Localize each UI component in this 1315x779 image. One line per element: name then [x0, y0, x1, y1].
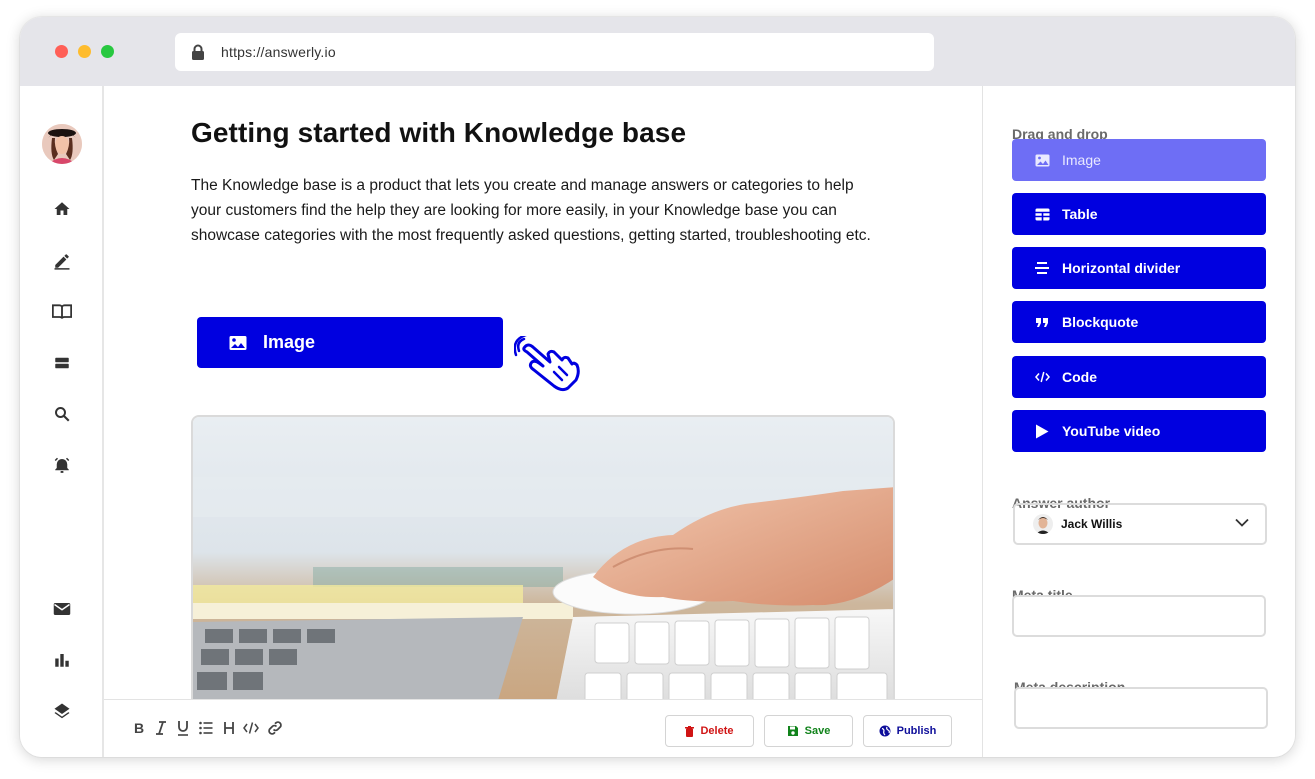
home-icon[interactable] — [51, 198, 73, 220]
block-youtube-label: YouTube video — [1062, 423, 1161, 439]
block-blockquote-label: Blockquote — [1062, 314, 1139, 330]
answer-author-value: Jack Willis — [1061, 517, 1123, 531]
meta-description-input[interactable] — [1014, 687, 1268, 729]
block-youtube-button[interactable]: YouTube video — [1012, 410, 1266, 452]
answer-author-select[interactable]: Jack Willis — [1013, 503, 1267, 545]
search-icon[interactable] — [51, 403, 73, 425]
article-image[interactable] — [191, 415, 895, 715]
image-icon — [1034, 152, 1050, 168]
code-icon[interactable] — [243, 720, 259, 736]
publish-button[interactable]: Publish — [863, 715, 952, 747]
block-blockquote-button[interactable]: Blockquote — [1012, 301, 1266, 343]
layers-icon[interactable] — [51, 700, 73, 722]
publish-label: Publish — [896, 725, 937, 737]
block-code-button[interactable]: Code — [1012, 356, 1266, 398]
block-image-label: Image — [1062, 152, 1101, 168]
left-sidebar — [20, 86, 104, 757]
link-icon[interactable] — [267, 720, 283, 736]
block-divider-label: Horizontal divider — [1062, 260, 1181, 276]
delete-button[interactable]: Delete — [665, 715, 754, 747]
editor-toolbar: B Delete Save Publish — [104, 699, 982, 757]
globe-icon — [879, 725, 891, 737]
save-button[interactable]: Save — [764, 715, 853, 747]
editor-area: Getting started with Knowledge base The … — [104, 86, 983, 757]
meta-title-input[interactable] — [1012, 595, 1266, 637]
image-icon — [229, 335, 247, 351]
book-icon[interactable] — [51, 301, 73, 323]
trash-icon — [685, 725, 695, 737]
heading-icon[interactable] — [221, 720, 237, 736]
browser-titlebar: https://answerly.io — [20, 17, 1295, 86]
url-text: https://answerly.io — [221, 44, 336, 60]
hand-pointer-icon — [514, 336, 580, 392]
edit-icon[interactable] — [51, 250, 73, 272]
address-bar[interactable]: https://answerly.io — [175, 33, 934, 71]
dragged-image-block[interactable]: Image — [197, 317, 503, 368]
block-image-button[interactable]: Image — [1012, 139, 1266, 181]
code-icon — [1034, 369, 1050, 385]
dragged-image-label: Image — [263, 332, 316, 352]
maximize-window-button[interactable] — [101, 45, 114, 58]
minimize-window-button[interactable] — [78, 45, 91, 58]
block-table-button[interactable]: Table — [1012, 193, 1266, 235]
chevron-down-icon — [1235, 518, 1249, 527]
svg-text:B: B — [134, 721, 144, 735]
italic-icon[interactable] — [153, 720, 169, 736]
underline-icon[interactable] — [175, 720, 191, 736]
avatar[interactable] — [42, 124, 82, 164]
list-icon[interactable] — [198, 720, 214, 736]
quote-icon — [1034, 314, 1050, 330]
page-body-text[interactable]: The Knowledge base is a product that let… — [191, 173, 881, 248]
block-code-label: Code — [1062, 369, 1097, 385]
block-divider-button[interactable]: Horizontal divider — [1012, 247, 1266, 289]
author-avatar — [1033, 514, 1053, 534]
page-title[interactable]: Getting started with Knowledge base — [191, 117, 686, 149]
play-icon — [1034, 423, 1050, 439]
table-icon — [1034, 206, 1050, 222]
save-label: Save — [804, 725, 831, 737]
bold-icon[interactable]: B — [131, 720, 147, 736]
delete-label: Delete — [700, 725, 734, 737]
close-window-button[interactable] — [55, 45, 68, 58]
floppy-disk-icon — [787, 725, 799, 737]
right-panel: Drag and drop Image Table Horizontal div… — [983, 86, 1295, 757]
alarm-icon[interactable] — [51, 454, 73, 476]
block-table-label: Table — [1062, 206, 1098, 222]
bar-chart-icon[interactable] — [51, 649, 73, 671]
browser-window: https://answerly.io Getting started with… — [20, 17, 1295, 757]
lock-icon — [191, 44, 205, 60]
divider-icon — [1034, 260, 1050, 276]
storage-icon[interactable] — [51, 352, 73, 374]
mail-icon[interactable] — [51, 598, 73, 620]
